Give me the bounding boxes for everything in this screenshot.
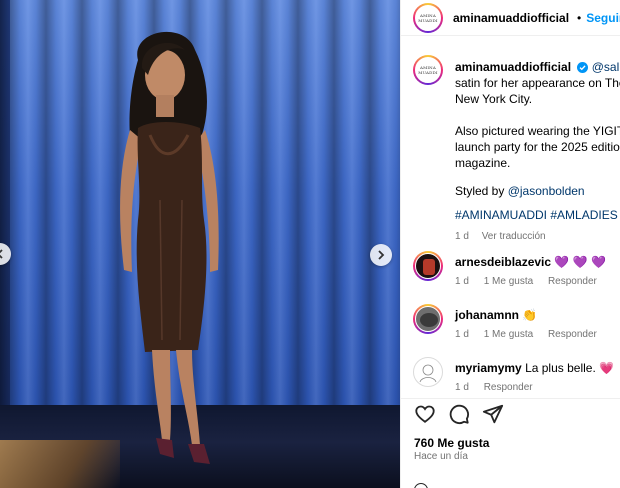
translate-link[interactable]: Ver traducción (482, 231, 546, 242)
comment-username[interactable]: arnesdeiblazevic (455, 255, 551, 269)
reply-button[interactable]: Responder (548, 276, 597, 287)
comment-meta: 1 d Responder (455, 382, 545, 393)
caption-text: aminamuaddiofficial @salmah satin for he… (455, 59, 620, 245)
caption-avatar[interactable]: AMINA MUADDI (413, 55, 443, 85)
styled-by-text: Styled by (455, 184, 505, 198)
comment-icon[interactable] (448, 403, 470, 425)
avatar-logo: AMINA MUADDI (415, 57, 441, 83)
comment-time[interactable]: 1 d (455, 382, 469, 393)
avatar-logo: AMINA MUADDI (415, 4, 441, 31)
separator-dot: • (577, 10, 582, 25)
commenter-avatar[interactable] (413, 357, 443, 387)
comment-meta: 1 d 1 Me gusta Responder (455, 329, 609, 340)
caption-line-5: magazine. (455, 156, 511, 170)
comment-text: 💜 💜 💜 (554, 255, 606, 269)
post-time[interactable]: Hace un día (414, 451, 468, 462)
caption-username[interactable]: aminamuaddiofficial (455, 60, 571, 74)
comment-body: johanamnn 👏 (455, 307, 620, 323)
sketch-avatar-icon (419, 364, 437, 383)
commenter-avatar[interactable] (413, 304, 443, 334)
likes-count[interactable]: 760 Me gusta (414, 436, 489, 450)
emoji-icon[interactable] (414, 483, 428, 488)
comment-meta: 1 d 1 Me gusta Responder (455, 276, 609, 287)
follow-button[interactable]: Seguir (586, 11, 620, 25)
caption-line-2: New York City. (455, 92, 533, 106)
caption-time[interactable]: 1 d (455, 231, 469, 242)
caption-meta: 1 d Ver traducción (455, 229, 620, 245)
comments-scroll-area[interactable]: AMINA MUADDI aminamuaddiofficial @salmah… (401, 37, 620, 397)
reply-button[interactable]: Responder (548, 329, 597, 340)
next-photo-button[interactable] (370, 244, 392, 266)
chevron-left-icon (0, 249, 3, 259)
author-username[interactable]: aminamuaddiofficial (453, 11, 569, 25)
caption-hashtags[interactable]: #AMINAMUADDI #AMLADIES #SA (455, 207, 620, 223)
comment-username[interactable]: myriamymy (455, 361, 522, 375)
post-side-panel: AMINA MUADDI aminamuaddiofficial • Segui… (400, 0, 620, 488)
caption-line-4: launch party for the 2025 edition o (455, 140, 620, 154)
caption-mention[interactable]: @salmah (592, 60, 620, 74)
caption-line-1: satin for her appearance on The To (455, 76, 620, 90)
comment-likes[interactable]: 1 Me gusta (484, 276, 533, 287)
comment-time[interactable]: 1 d (455, 329, 469, 340)
comment-body: arnesdeiblazevic 💜 💜 💜 (455, 254, 620, 270)
send-icon[interactable] (482, 403, 504, 425)
stylist-mention[interactable]: @jasonbolden (508, 184, 585, 198)
comment-text: La plus belle. 💗 (525, 361, 615, 375)
heart-icon[interactable] (414, 403, 436, 425)
post-photo[interactable] (0, 0, 400, 488)
comment-likes[interactable]: 1 Me gusta (484, 329, 533, 340)
post-header: AMINA MUADDI aminamuaddiofficial • Segui… (401, 0, 620, 36)
comment-username[interactable]: johanamnn (455, 308, 519, 322)
woman-figure (120, 31, 219, 464)
verified-badge-icon (577, 62, 589, 74)
comment-body: myriamymy La plus belle. 💗 (455, 360, 620, 376)
chevron-right-icon (378, 250, 385, 260)
action-icons (414, 403, 504, 425)
reply-button[interactable]: Responder (484, 382, 533, 393)
commenter-avatar[interactable] (413, 251, 443, 281)
author-avatar[interactable]: AMINA MUADDI (413, 2, 443, 33)
post-actions: 760 Me gusta Hace un día (401, 398, 620, 488)
caption-line-3: Also pictured wearing the YIGIT cu (455, 124, 620, 138)
comment-text: 👏 (522, 308, 538, 322)
comment-time[interactable]: 1 d (455, 276, 469, 287)
